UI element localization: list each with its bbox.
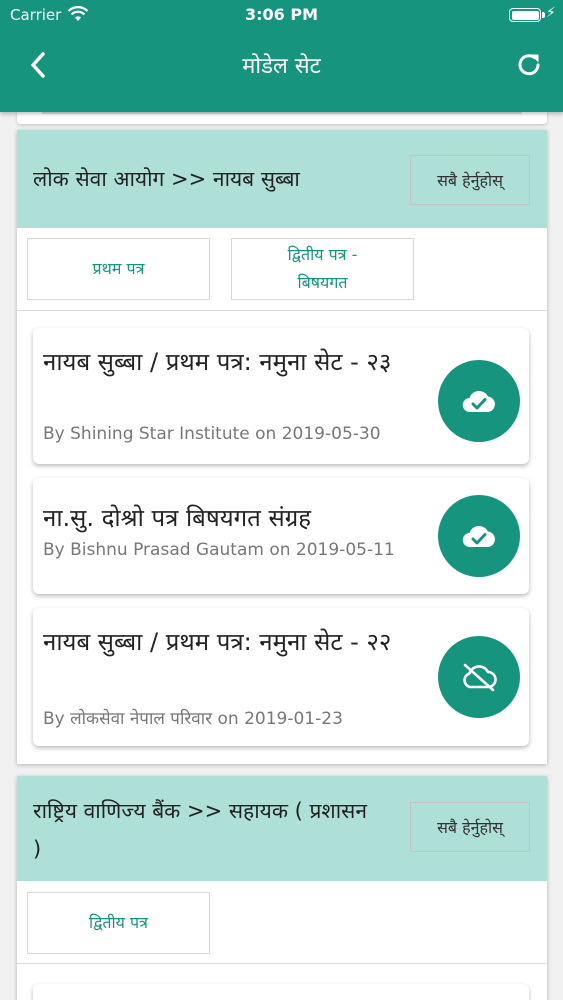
- section-header: लोक सेवा आयोग >> नायब सुब्बा सबै हेर्नुह…: [17, 130, 547, 228]
- item-title: नायब सुब्बा / प्रथम पत्र: नमुना सेट - २२: [43, 628, 392, 656]
- section-card: लोक सेवा आयोग >> नायब सुब्बा सबै हेर्नुह…: [17, 130, 547, 764]
- clock: 3:06 PM: [244, 5, 318, 24]
- cloud-check-icon[interactable]: [438, 360, 520, 442]
- list-item[interactable]: नायब सुब्बा / प्रथम पत्र: नमुना सेट - २२…: [33, 608, 529, 746]
- status-bar: Carrier 3:06 PM ⚡: [0, 0, 563, 30]
- section-card: राष्ट्रिय वाणिज्य बैंक >> सहायक ( प्रशास…: [17, 776, 547, 1000]
- view-all-button[interactable]: सबै हेर्नुहोस्: [410, 802, 530, 852]
- item-meta: By Bishnu Prasad Gautam on 2019-05-11: [43, 540, 395, 560]
- battery-icon: [509, 8, 545, 22]
- divider: [17, 963, 547, 964]
- refresh-button[interactable]: [514, 50, 544, 80]
- previous-section-card: [17, 112, 547, 124]
- cloud-off-icon[interactable]: [438, 636, 520, 718]
- item-meta: By Shining Star Institute on 2019-05-30: [43, 424, 381, 444]
- view-all-button[interactable]: सबै हेर्नुहोस्: [410, 155, 530, 205]
- item-title: ना.सु. दोश्रो पत्र बिषयगत संग्रह: [43, 504, 311, 532]
- model-set-list[interactable]: लोक सेवा आयोग >> नायब सुब्बा सबै हेर्नुह…: [0, 112, 563, 1000]
- section-header: राष्ट्रिय वाणिज्य बैंक >> सहायक ( प्रशास…: [17, 776, 547, 881]
- charging-icon: ⚡: [546, 5, 556, 21]
- item-meta: By लोकसेवा नेपाल परिवार on 2019-01-23: [43, 709, 343, 729]
- page-title: मोडेल सेट: [242, 54, 321, 79]
- section-title: राष्ट्रिय वाणिज्य बैंक >> सहायक ( प्रशास…: [33, 799, 368, 861]
- section-title: लोक सेवा आयोग >> नायब सुब्बा: [33, 167, 300, 191]
- tab-first-paper[interactable]: प्रथम पत्र: [27, 238, 210, 300]
- tab-second-paper[interactable]: द्वितीय पत्र: [27, 892, 210, 954]
- list-item[interactable]: [33, 984, 529, 1000]
- app-bar: Carrier 3:06 PM ⚡ मोडेल सेट: [0, 0, 563, 112]
- list-item[interactable]: ना.सु. दोश्रो पत्र बिषयगत संग्रह By Bish…: [33, 478, 529, 594]
- item-title: नायब सुब्बा / प्रथम पत्र: नमुना सेट - २३: [43, 348, 392, 376]
- refresh-icon: [518, 54, 540, 76]
- list-item[interactable]: नायब सुब्बा / प्रथम पत्र: नमुना सेट - २३…: [33, 328, 529, 464]
- tab-second-paper-subjective[interactable]: द्वितीय पत्र - बिषयगत: [231, 238, 414, 300]
- cloud-check-icon[interactable]: [438, 495, 520, 577]
- divider: [17, 310, 547, 311]
